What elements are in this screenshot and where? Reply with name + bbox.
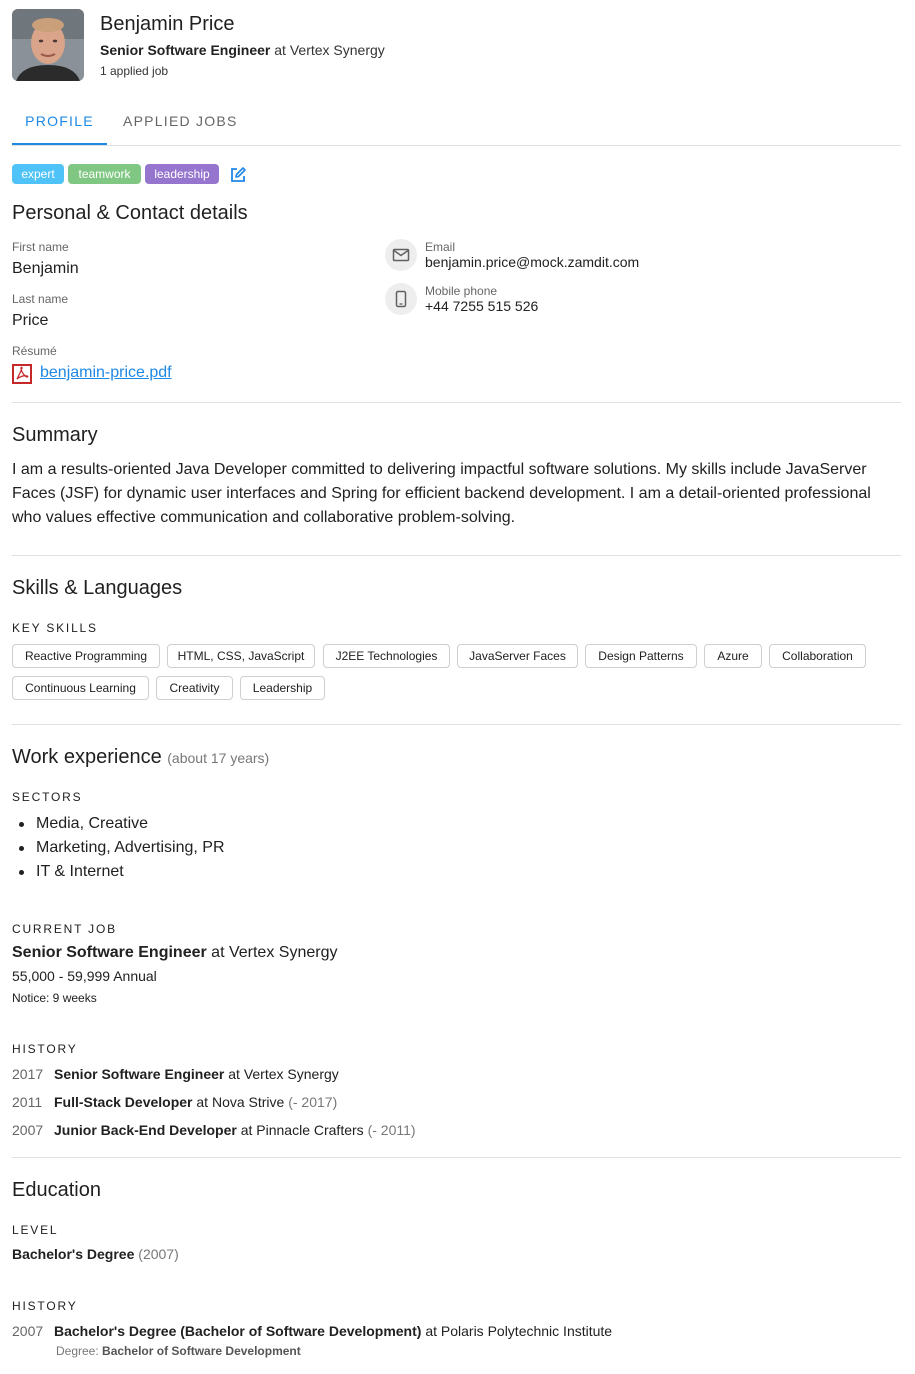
history-year: 2017 xyxy=(12,1066,44,1082)
avatar xyxy=(12,9,84,81)
list-item: IT & Internet xyxy=(12,860,225,884)
work-duration: (about 17 years) xyxy=(167,750,270,766)
email-icon xyxy=(392,248,410,262)
applied-jobs-count: 1 applied job xyxy=(100,64,169,78)
phone-label: Mobile phone xyxy=(425,284,498,298)
divider xyxy=(12,1157,901,1158)
work-experience-heading: Work experience (about 17 years) xyxy=(12,746,269,769)
email-value[interactable]: benjamin.price@mock.zamdit.com xyxy=(425,254,639,270)
degree-line: Degree: Bachelor of Software Development xyxy=(56,1344,301,1358)
history-end: (- 2017) xyxy=(288,1094,338,1110)
key-skills-label: KEY SKILLS xyxy=(12,621,98,635)
skills-heading: Skills & Languages xyxy=(12,577,183,599)
education-level-year: (2007) xyxy=(138,1246,179,1262)
last-name-value: Price xyxy=(12,312,49,329)
email-icon-circle xyxy=(385,239,417,271)
resume-label: Résumé xyxy=(12,344,57,358)
tag-teamwork: teamwork xyxy=(68,164,141,184)
current-job-company: at Vertex Synergy xyxy=(211,944,338,961)
mobile-phone-icon xyxy=(395,290,407,308)
tag-expert: expert xyxy=(12,164,64,184)
tab-applied-jobs[interactable]: APPLIED JOBS xyxy=(123,98,238,145)
education-history-title: Bachelor's Degree (Bachelor of Software … xyxy=(54,1323,422,1339)
current-job-role: Senior Software Engineer xyxy=(12,944,207,961)
current-job-notice: Notice: 9 weeks xyxy=(12,991,97,1005)
list-item: Media, Creative xyxy=(12,812,225,836)
list-item: Marketing, Advertising, PR xyxy=(12,836,225,860)
skill-chip: Reactive Programming xyxy=(12,644,160,668)
skill-chip: J2EE Technologies xyxy=(323,644,450,668)
history-company: at Nova Strive xyxy=(196,1094,285,1110)
education-heading: Education xyxy=(12,1179,101,1201)
history-year: 2011 xyxy=(12,1094,43,1110)
education-level-label: LEVEL xyxy=(12,1223,59,1237)
tag-leadership: leadership xyxy=(145,164,219,184)
work-heading-text: Work experience xyxy=(12,746,162,768)
education-level: Bachelor's Degree (2007) xyxy=(12,1246,179,1262)
first-name-label: First name xyxy=(12,240,69,254)
phone-value[interactable]: +44 7255 515 526 xyxy=(425,298,538,314)
history-row: 2017 Senior Software Engineer at Vertex S… xyxy=(12,1066,339,1082)
skill-chip: JavaServer Faces xyxy=(457,644,578,668)
tab-profile[interactable]: PROFILE xyxy=(12,98,107,145)
summary-heading: Summary xyxy=(12,424,98,446)
history-title: Junior Back-End Developer xyxy=(54,1122,237,1138)
history-title: Senior Software Engineer xyxy=(54,1066,225,1082)
history-row: 2011 Full-Stack Developer at Nova Strive … xyxy=(12,1094,337,1110)
sectors-list: Media, Creative Marketing, Advertising, … xyxy=(12,812,225,884)
skill-chip: Design Patterns xyxy=(585,644,697,668)
skill-chip: Continuous Learning xyxy=(12,676,149,700)
role-company: Vertex Synergy xyxy=(289,42,385,58)
history-row: 2007 Junior Back-End Developer at Pinnacl… xyxy=(12,1122,416,1138)
education-level-value: Bachelor's Degree xyxy=(12,1246,135,1262)
education-history-row: 2007 Bachelor's Degree (Bachelor of Softw… xyxy=(12,1323,612,1339)
candidate-name: Benjamin Price xyxy=(100,13,235,35)
education-history-label: HISTORY xyxy=(12,1299,78,1313)
phone-icon-circle xyxy=(385,283,417,315)
profile-header: Benjamin Price Senior Software Engineer … xyxy=(12,9,902,81)
work-history-label: HISTORY xyxy=(12,1042,78,1056)
pdf-file-icon xyxy=(12,364,32,384)
email-label: Email xyxy=(425,240,456,254)
last-name-label: Last name xyxy=(12,292,69,306)
history-title: Full-Stack Developer xyxy=(54,1094,193,1110)
sectors-label: SECTORS xyxy=(12,790,83,804)
education-history-institute: at Polaris Polytechnic Institute xyxy=(425,1323,613,1339)
tab-bar: PROFILE APPLIED JOBS xyxy=(12,98,901,146)
role-at: at xyxy=(274,42,286,58)
current-role: Senior Software Engineer at Vertex Syner… xyxy=(100,42,385,58)
divider xyxy=(12,402,901,403)
degree-label: Degree: xyxy=(56,1344,99,1358)
current-job-title: Senior Software Engineer at Vertex Syner… xyxy=(12,944,337,962)
skill-chip: Creativity xyxy=(156,676,233,700)
divider xyxy=(12,724,901,725)
resume-file-link[interactable]: benjamin-price.pdf xyxy=(40,364,172,382)
degree-value: Bachelor of Software Development xyxy=(102,1344,301,1358)
edit-tags-icon[interactable] xyxy=(229,166,247,184)
skill-chip: HTML, CSS, JavaScript xyxy=(167,644,315,668)
current-job-salary: 55,000 - 59,999 Annual xyxy=(12,968,157,984)
first-name-value: Benjamin xyxy=(12,260,79,277)
history-company: at Pinnacle Crafters xyxy=(240,1122,364,1138)
divider xyxy=(12,555,901,556)
current-job-label: CURRENT JOB xyxy=(12,922,117,936)
history-year: 2007 xyxy=(12,1122,44,1138)
history-company: at Vertex Synergy xyxy=(228,1066,339,1082)
skill-chip: Collaboration xyxy=(769,644,866,668)
skill-chip: Azure xyxy=(704,644,762,668)
role-title: Senior Software Engineer xyxy=(100,42,271,58)
education-history-year: 2007 xyxy=(12,1323,44,1339)
skill-chip: Leadership xyxy=(240,676,325,700)
personal-details-heading: Personal & Contact details xyxy=(12,202,248,224)
summary-text: I am a results-oriented Java Developer c… xyxy=(12,461,871,526)
history-end: (- 2011) xyxy=(367,1122,416,1138)
